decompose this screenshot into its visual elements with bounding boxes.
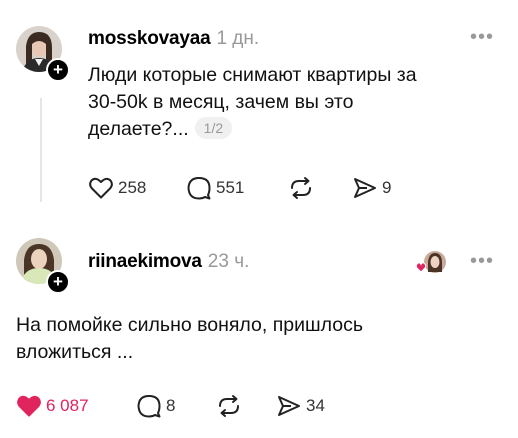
comment-count: 551	[216, 178, 245, 197]
repost-button[interactable]	[216, 394, 242, 418]
post-text-line: Люди которые снимают квартиры за	[88, 64, 417, 86]
post-text: Люди которые снимают квартиры за 30-50k …	[88, 62, 508, 143]
follow-plus-button[interactable]: +	[46, 58, 70, 82]
comment-count: 8	[166, 396, 176, 415]
repost-icon	[219, 395, 239, 417]
heart-icon	[89, 177, 113, 199]
like-button[interactable]: 258	[88, 176, 146, 200]
share-count: 34	[306, 396, 325, 415]
like-count: 6 087	[46, 396, 89, 415]
heart-filled-icon	[17, 395, 41, 417]
page-counter: 1/2	[194, 117, 233, 139]
like-count: 258	[118, 178, 147, 197]
post-time: 23 ч.	[207, 251, 250, 272]
share-button[interactable]: 9	[352, 176, 391, 200]
repost-icon	[291, 177, 311, 199]
post-text-line: На помойке сильно воняло, пришлось	[16, 314, 364, 336]
liked-by-avatar[interactable]	[415, 250, 446, 276]
send-icon	[354, 178, 376, 198]
more-options-button[interactable]: •••	[470, 26, 494, 49]
share-count: 9	[382, 178, 392, 197]
more-options-button[interactable]: •••	[470, 250, 494, 273]
send-icon	[278, 396, 300, 416]
share-button[interactable]: 34	[276, 394, 325, 418]
username[interactable]: mosskovayaa	[88, 28, 211, 49]
comment-button[interactable]: 8	[136, 394, 175, 418]
comment-button[interactable]: 551	[186, 176, 244, 200]
comment-icon	[137, 395, 161, 418]
thread-line	[40, 98, 42, 202]
follow-plus-button[interactable]: +	[46, 270, 70, 294]
like-button[interactable]: 6 087	[16, 394, 89, 418]
post-text: На помойке сильно воняло, пришлось вложи…	[16, 312, 506, 366]
repost-button[interactable]	[288, 176, 314, 200]
username[interactable]: riinaekimova	[88, 251, 202, 272]
comment-icon	[187, 177, 211, 200]
post-text-line: 30-50k в месяц, зачем вы это	[88, 91, 354, 113]
post-text-line: делаете?...	[88, 118, 189, 140]
post-time: 1 дн.	[216, 28, 260, 49]
post-text-line: вложиться ...	[16, 341, 134, 363]
